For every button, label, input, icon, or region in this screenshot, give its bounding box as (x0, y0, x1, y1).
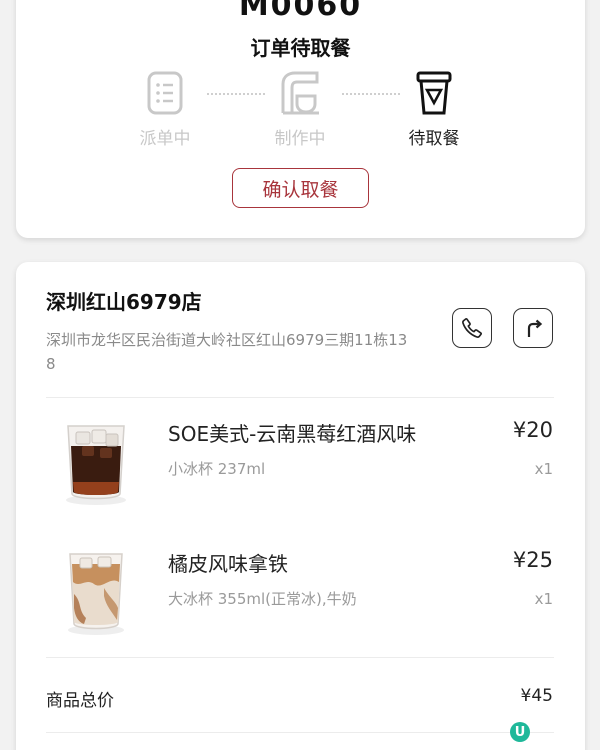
product-spec: 大冰杯 355ml(正常冰),牛奶 (168, 590, 357, 608)
store-address: 深圳市龙华区民治街道大岭社区红山6979三期11栋138 (46, 331, 408, 373)
product-spec: 小冰杯 237ml (168, 460, 266, 478)
iced-americano-image (66, 425, 126, 505)
order-status-card: M0060 订单待取餐 派单中 制作中 待取餐 确认取餐 (16, 0, 585, 238)
product-item: SOE美式-云南黑莓红酒风味 小冰杯 237ml ¥20 x1 (16, 416, 585, 526)
step-label: 待取餐 (408, 129, 460, 149)
divider (46, 657, 554, 658)
receipt-icon (147, 71, 183, 115)
order-status-title: 订单待取餐 (250, 36, 351, 60)
step-dispatching: 派单中 (120, 70, 210, 149)
step-making: 制作中 (255, 70, 345, 149)
step-label: 制作中 (274, 129, 326, 149)
coffee-machine-icon (281, 71, 319, 115)
phone-icon (462, 318, 482, 338)
product-name: SOE美式-云南黑莓红酒风味 (168, 422, 417, 446)
confirm-pickup-button[interactable]: 确认取餐 (232, 168, 369, 208)
watermark-logo-icon: U (510, 722, 530, 742)
product-item: 橘皮风味拿铁 大冰杯 355ml(正常冰),牛奶 ¥25 x1 (16, 546, 585, 656)
directions-icon (527, 319, 543, 337)
divider (46, 732, 554, 733)
iced-latte-image (68, 553, 124, 635)
product-quantity: x1 (534, 460, 553, 478)
product-quantity: x1 (534, 590, 553, 608)
product-name: 橘皮风味拿铁 (168, 552, 288, 576)
store-name: 深圳红山6979店 (46, 290, 202, 314)
step-ready: 待取餐 (389, 70, 479, 149)
total-price-label: 商品总价 (46, 691, 114, 711)
total-price-value: ¥45 (520, 686, 553, 706)
step-label: 派单中 (139, 129, 191, 149)
navigate-store-button[interactable] (513, 308, 553, 348)
store-order-card: 深圳红山6979店 深圳市龙华区民治街道大岭社区红山6979三期11栋138 S… (16, 262, 585, 750)
divider (46, 397, 554, 398)
product-price: ¥25 (512, 548, 553, 572)
coffee-cup-icon (416, 71, 452, 115)
pickup-code: M0060 (238, 0, 363, 23)
product-price: ¥20 (512, 418, 553, 442)
call-store-button[interactable] (452, 308, 492, 348)
